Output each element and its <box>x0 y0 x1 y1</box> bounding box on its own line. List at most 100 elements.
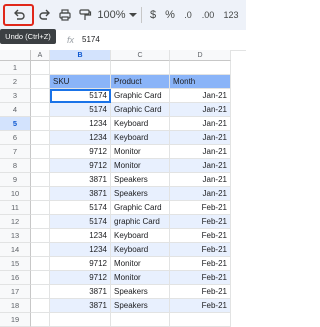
cell-b11[interactable]: 5174 <box>50 201 111 215</box>
cell-a5[interactable] <box>31 117 50 131</box>
row-header[interactable]: 8 <box>0 159 31 173</box>
cell-d1[interactable] <box>170 61 231 75</box>
cell-a1[interactable] <box>31 61 50 75</box>
currency-format-button[interactable]: $ <box>146 6 160 24</box>
cell-c7[interactable]: Monitor <box>111 145 170 159</box>
row-header[interactable]: 11 <box>0 201 31 215</box>
decrease-decimals-button[interactable]: .0 <box>179 6 197 24</box>
cell-c14[interactable]: Keyboard <box>111 243 170 257</box>
cell-a17[interactable] <box>31 285 50 299</box>
cell-c4[interactable]: Graphic Card <box>111 103 170 117</box>
select-all-corner[interactable] <box>0 50 31 61</box>
cell-a16[interactable] <box>31 271 50 285</box>
cell-a14[interactable] <box>31 243 50 257</box>
cell-d8[interactable]: Jan-21 <box>170 159 231 173</box>
cell-d5[interactable]: Jan-21 <box>170 117 231 131</box>
row-header[interactable]: 17 <box>0 285 31 299</box>
cell-b8[interactable]: 9712 <box>50 159 111 173</box>
cell-b9[interactable]: 3871 <box>50 173 111 187</box>
cell-b16[interactable]: 9712 <box>50 271 111 285</box>
cell-c12[interactable]: graphic Card <box>111 215 170 229</box>
cell-a3[interactable] <box>31 89 50 103</box>
column-header-a[interactable]: A <box>31 50 50 61</box>
cell-b1[interactable] <box>50 61 111 75</box>
cell-a10[interactable] <box>31 187 50 201</box>
cell-d18[interactable]: Feb-21 <box>170 299 231 313</box>
row-header[interactable]: 1 <box>0 61 31 75</box>
cell-b10[interactable]: 3871 <box>50 187 111 201</box>
cell-c16[interactable]: Monitor <box>111 271 170 285</box>
cell-d14[interactable]: Feb-21 <box>170 243 231 257</box>
cell-d17[interactable]: Feb-21 <box>170 285 231 299</box>
cell-b19[interactable] <box>50 313 111 327</box>
number-format-button[interactable]: 123 <box>220 6 242 24</box>
row-header[interactable]: 2 <box>0 75 31 89</box>
cell-b15[interactable]: 9712 <box>50 257 111 271</box>
cell-c11[interactable]: Graphic Card <box>111 201 170 215</box>
cell-c17[interactable]: Speakers <box>111 285 170 299</box>
cell-b6[interactable]: 1234 <box>50 131 111 145</box>
cell-b13[interactable]: 1234 <box>50 229 111 243</box>
cell-d3[interactable]: Jan-21 <box>170 89 231 103</box>
cell-c6[interactable]: Keyboard <box>111 131 170 145</box>
row-header[interactable]: 13 <box>0 229 31 243</box>
cell-b5[interactable]: 1234 <box>50 117 111 131</box>
cell-d19[interactable] <box>170 313 231 327</box>
cell-a6[interactable] <box>31 131 50 145</box>
row-header[interactable]: 5 <box>0 117 31 131</box>
cell-a2[interactable] <box>31 75 50 89</box>
cell-b7[interactable]: 9712 <box>50 145 111 159</box>
cell-b12[interactable]: 5174 <box>50 215 111 229</box>
row-header[interactable]: 16 <box>0 271 31 285</box>
cell-c15[interactable]: Monitor <box>111 257 170 271</box>
row-header[interactable]: 19 <box>0 313 31 327</box>
cell-b18[interactable]: 3871 <box>50 299 111 313</box>
row-header[interactable]: 6 <box>0 131 31 145</box>
cell-d16[interactable]: Feb-21 <box>170 271 231 285</box>
row-header[interactable]: 12 <box>0 215 31 229</box>
paint-format-button[interactable] <box>76 6 94 24</box>
cell-d13[interactable]: Feb-21 <box>170 229 231 243</box>
column-header-d[interactable]: D <box>170 50 231 61</box>
cell-a7[interactable] <box>31 145 50 159</box>
undo-button[interactable] <box>9 6 29 24</box>
cell-a15[interactable] <box>31 257 50 271</box>
cell-a4[interactable] <box>31 103 50 117</box>
cell-c8[interactable]: Monitor <box>111 159 170 173</box>
percent-format-button[interactable]: % <box>163 6 177 24</box>
row-header[interactable]: 7 <box>0 145 31 159</box>
cell-c2[interactable]: Product <box>111 75 170 89</box>
cell-a19[interactable] <box>31 313 50 327</box>
cell-c13[interactable]: Keyboard <box>111 229 170 243</box>
increase-decimals-button[interactable]: .00 <box>198 6 218 24</box>
cell-d11[interactable]: Feb-21 <box>170 201 231 215</box>
row-header[interactable]: 15 <box>0 257 31 271</box>
cell-a12[interactable] <box>31 215 50 229</box>
cell-d7[interactable]: Jan-21 <box>170 145 231 159</box>
cell-c10[interactable]: Speakers <box>111 187 170 201</box>
formula-input[interactable]: 5174 <box>82 35 100 44</box>
zoom-dropdown[interactable]: 100% <box>96 6 138 24</box>
cell-b3[interactable]: 5174 <box>50 89 111 103</box>
cell-d10[interactable]: Jan-21 <box>170 187 231 201</box>
cell-b4[interactable]: 5174 <box>50 103 111 117</box>
row-header[interactable]: 9 <box>0 173 31 187</box>
cell-c3[interactable]: Graphic Card <box>111 89 170 103</box>
column-header-c[interactable]: C <box>111 50 170 61</box>
cell-d9[interactable]: Jan-21 <box>170 173 231 187</box>
cell-c18[interactable]: Speakers <box>111 299 170 313</box>
cell-c5[interactable]: Keyboard <box>111 117 170 131</box>
cell-c9[interactable]: Speakers <box>111 173 170 187</box>
cell-d12[interactable]: Feb-21 <box>170 215 231 229</box>
cell-c1[interactable] <box>111 61 170 75</box>
cell-a9[interactable] <box>31 173 50 187</box>
cell-c19[interactable] <box>111 313 170 327</box>
cell-d4[interactable]: Jan-21 <box>170 103 231 117</box>
print-button[interactable] <box>56 6 74 24</box>
cell-d15[interactable]: Feb-21 <box>170 257 231 271</box>
row-header[interactable]: 18 <box>0 299 31 313</box>
column-header-b[interactable]: B <box>50 50 111 61</box>
row-header[interactable]: 4 <box>0 103 31 117</box>
cell-a13[interactable] <box>31 229 50 243</box>
cell-d2[interactable]: Month <box>170 75 231 89</box>
